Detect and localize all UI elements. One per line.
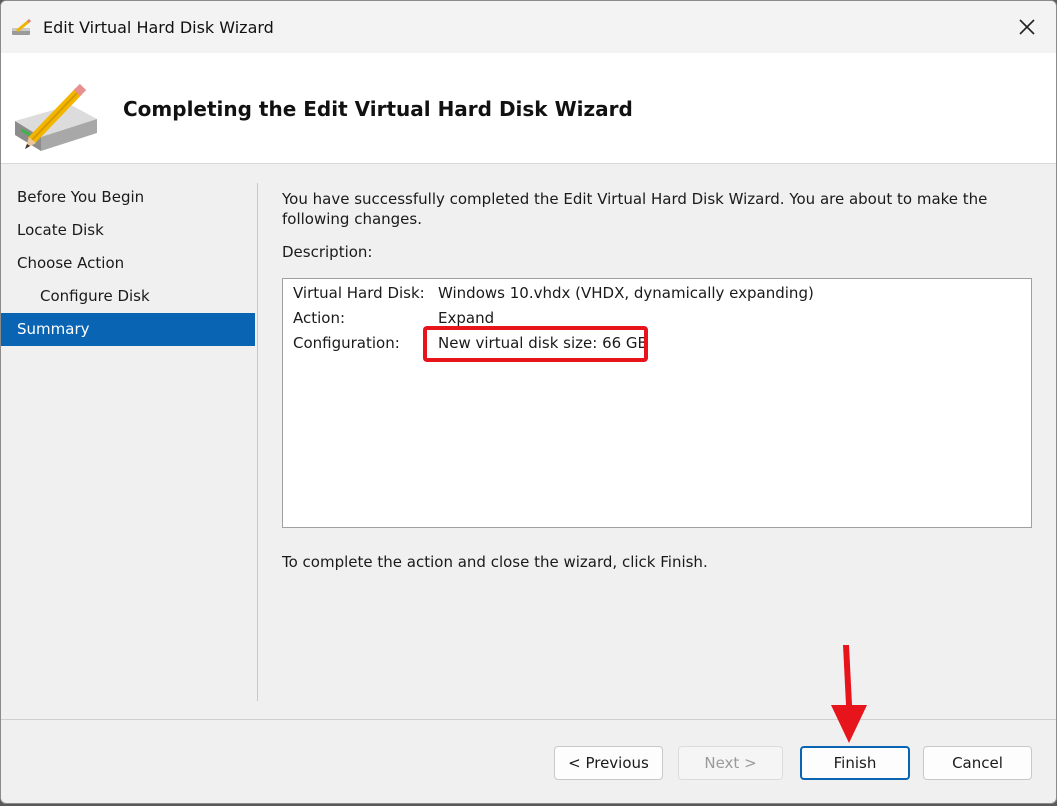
description-box[interactable]: Virtual Hard Disk: Windows 10.vhdx (VHDX… [282, 278, 1032, 528]
window-title: Edit Virtual Hard Disk Wizard [43, 18, 274, 37]
nav-item-choose-action[interactable]: Choose Action [1, 247, 255, 280]
virtual-disk-edit-icon [15, 83, 97, 151]
page-title: Completing the Edit Virtual Hard Disk Wi… [123, 97, 633, 121]
finish-note: To complete the action and close the wiz… [282, 553, 708, 571]
title-bar: Edit Virtual Hard Disk Wizard [1, 1, 1056, 53]
row-key: Action: [293, 309, 346, 327]
close-button[interactable] [998, 1, 1056, 53]
highlight-box [423, 326, 648, 362]
close-icon [1019, 19, 1035, 35]
wizard-steps-nav: Before You Begin Locate Disk Choose Acti… [1, 181, 255, 346]
nav-item-before-you-begin[interactable]: Before You Begin [1, 181, 255, 214]
row-key: Virtual Hard Disk: [293, 284, 425, 302]
nav-divider [257, 183, 258, 701]
next-button[interactable]: Next > [678, 746, 783, 780]
disk-edit-icon [12, 19, 32, 35]
intro-text: You have successfully completed the Edit… [282, 190, 988, 228]
cancel-button[interactable]: Cancel [923, 746, 1032, 780]
nav-item-summary[interactable]: Summary [1, 313, 255, 346]
previous-button[interactable]: < Previous [554, 746, 663, 780]
row-key: Configuration: [293, 334, 400, 352]
arrow-pointer-icon [831, 645, 867, 743]
wizard-window: Edit Virtual Hard Disk Wizard Completing… [0, 0, 1057, 804]
footer-divider [1, 719, 1056, 720]
wizard-header: Completing the Edit Virtual Hard Disk Wi… [1, 53, 1056, 164]
description-label: Description: [282, 243, 373, 261]
nav-item-locate-disk[interactable]: Locate Disk [1, 214, 255, 247]
nav-item-configure-disk[interactable]: Configure Disk [1, 280, 255, 313]
finish-button[interactable]: Finish [800, 746, 910, 780]
row-value: Windows 10.vhdx (VHDX, dynamically expan… [438, 284, 814, 302]
summary-content: You have successfully completed the Edit… [282, 189, 1042, 571]
